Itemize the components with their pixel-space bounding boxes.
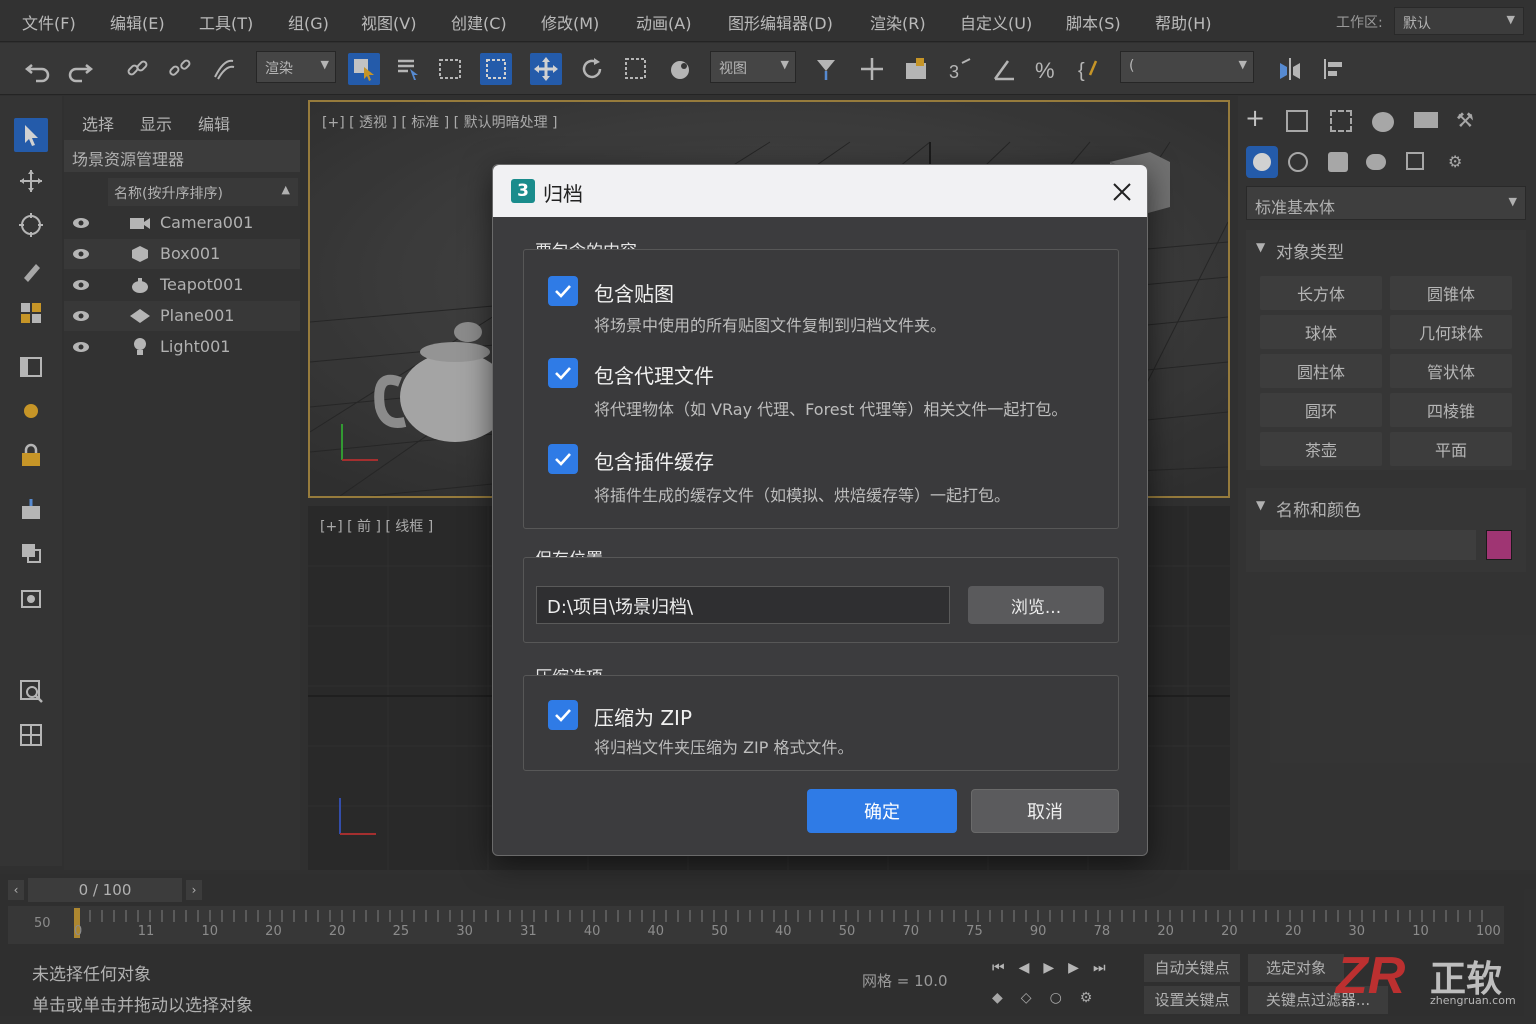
checkmark-icon [555,367,571,380]
dialog-title: 归档 [543,182,583,206]
compress-zip-checkbox[interactable] [548,700,578,730]
cancel-button[interactable]: 取消 [971,789,1119,833]
compress-options-group: 压缩为 ZIP 将归档文件夹压缩为 ZIP 格式文件。 [523,675,1119,771]
include-maps-checkbox[interactable] [548,276,578,306]
dialog-titlebar: 3 归档 [493,165,1147,217]
include-maps-desc: 将场景中使用的所有贴图文件复制到归档文件夹。 [594,316,947,335]
include-cache-desc: 将插件生成的缓存文件（如模拟、烘焙缓存等）一起打包。 [594,486,1011,505]
include-proxy-desc: 将代理物体（如 VRay 代理、Forest 代理等）相关文件一起打包。 [594,400,1068,419]
path-input[interactable]: D:\项目\场景归档\ [536,586,950,624]
save-location-group: D:\项目\场景归档\ 浏览... [523,557,1119,643]
include-cache-checkbox[interactable] [548,444,578,474]
checkmark-icon [555,285,571,298]
include-cache-label[interactable]: 包含插件缓存 [594,446,714,475]
compress-zip-label[interactable]: 压缩为 ZIP [594,702,692,731]
checkmark-icon [555,453,571,466]
include-proxy-checkbox[interactable] [548,358,578,388]
include-proxy-label[interactable]: 包含代理文件 [594,360,714,389]
include-maps-label[interactable]: 包含贴图 [594,278,674,307]
content-options-group: 包含贴图 将场景中使用的所有贴图文件复制到归档文件夹。 包含代理文件 将代理物体… [523,249,1119,529]
ok-button[interactable]: 确定 [807,789,957,833]
browse-button[interactable]: 浏览... [968,586,1104,624]
close-icon[interactable] [1111,181,1133,203]
compress-zip-desc: 将归档文件夹压缩为 ZIP 格式文件。 [594,738,854,757]
archive-dialog: 3 归档 要包含的内容 包含贴图 将场景中使用的所有贴图文件复制到归档文件夹。 … [492,164,1148,856]
app-icon: 3 [511,179,535,203]
checkmark-icon [555,709,571,722]
